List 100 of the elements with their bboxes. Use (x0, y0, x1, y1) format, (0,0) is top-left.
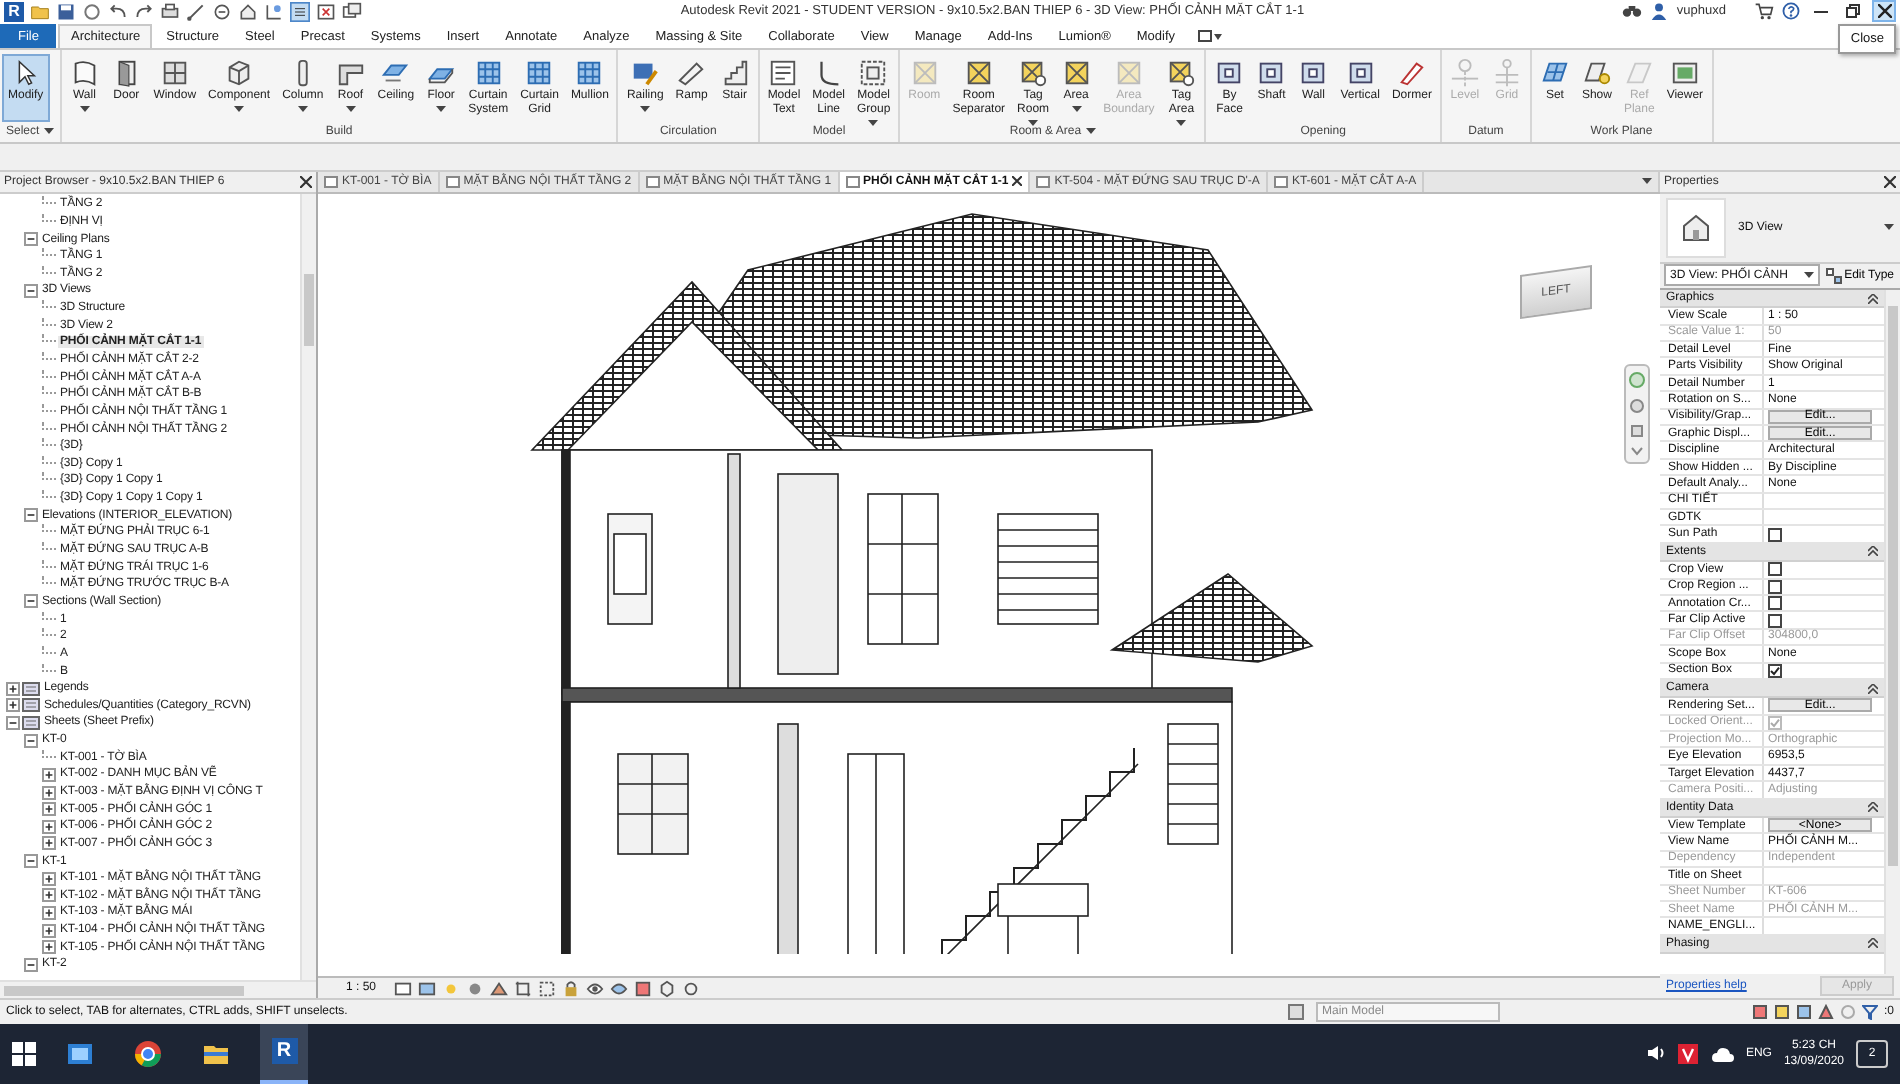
sheet-icon (324, 175, 338, 188)
scrollbar[interactable] (300, 193, 316, 981)
app-logo[interactable]: R (4, 1, 24, 22)
binoculars-icon[interactable] (1622, 2, 1643, 21)
app-icon[interactable]: R (271, 1038, 297, 1065)
checkbox[interactable] (1768, 579, 1782, 594)
expand-icon[interactable] (42, 923, 56, 938)
scrollbar[interactable] (1884, 289, 1900, 975)
folder-icon[interactable] (202, 1041, 230, 1066)
face-select-icon[interactable] (1817, 1004, 1834, 1020)
open-folder-icon[interactable] (30, 1, 50, 22)
close-icon[interactable] (1884, 175, 1896, 188)
collapse-icon[interactable] (24, 733, 38, 748)
opening-icon (1345, 57, 1376, 88)
pinned-icon[interactable] (1795, 1004, 1812, 1020)
undo-icon[interactable] (108, 1, 128, 22)
expand-icon[interactable] (42, 905, 56, 920)
temporary-hide-icon[interactable] (610, 979, 629, 998)
collapse-icon[interactable] (24, 508, 38, 523)
measure-icon[interactable] (186, 1, 206, 22)
room-icon (1113, 57, 1144, 88)
room-icon (1061, 57, 1092, 88)
expand-icon[interactable] (6, 681, 20, 696)
speaker-icon[interactable] (1645, 1044, 1666, 1063)
collapse-icon[interactable] (24, 594, 38, 609)
opening-icon (1214, 57, 1245, 88)
cube-icon (224, 57, 255, 88)
caret-icon (79, 105, 90, 114)
monitor-icon[interactable] (66, 1041, 94, 1066)
expand-icon[interactable] (42, 836, 56, 851)
print-icon[interactable] (160, 1, 180, 22)
caret-icon (1884, 223, 1894, 232)
switch-windows-icon[interactable] (342, 1, 362, 22)
collapse-icon[interactable] (6, 715, 20, 730)
section-icon[interactable] (264, 1, 284, 22)
hide-icon[interactable] (586, 979, 605, 998)
panel-toggle-icon[interactable] (1197, 29, 1222, 42)
cart-icon[interactable] (1754, 2, 1774, 21)
room-icon (909, 57, 940, 88)
thin-lines-icon[interactable] (290, 1, 310, 22)
checkbox[interactable] (1768, 527, 1782, 542)
expand-icon[interactable] (42, 888, 56, 903)
save-icon[interactable] (56, 1, 76, 22)
close-icon[interactable] (300, 175, 312, 188)
room-tag-icon (1166, 57, 1197, 88)
expand-icon[interactable] (42, 819, 56, 834)
user-icon[interactable] (1650, 2, 1669, 21)
collapse-icon[interactable] (1868, 802, 1878, 813)
detail-level-icon[interactable] (394, 979, 413, 998)
sheet-icon (845, 175, 860, 188)
ramp-icon (676, 57, 707, 88)
cloud-icon[interactable] (1709, 1045, 1734, 1062)
lock-icon[interactable] (562, 979, 581, 998)
opening-icon (1298, 57, 1329, 88)
house-3d-icon[interactable] (238, 1, 258, 22)
expand-icon[interactable] (42, 940, 56, 955)
crop-icon[interactable] (514, 979, 533, 998)
collapse-icon[interactable] (1868, 546, 1878, 557)
collapse-icon[interactable] (24, 854, 38, 869)
collapse-icon[interactable] (24, 232, 38, 246)
close-icon[interactable] (1012, 176, 1023, 187)
start-icon[interactable] (12, 1041, 36, 1066)
checkbox[interactable] (1768, 562, 1782, 577)
collapse-icon[interactable] (1868, 683, 1878, 694)
restore-button[interactable] (1840, 0, 1864, 23)
help-icon[interactable] (1782, 2, 1800, 21)
browser-icon[interactable] (134, 1039, 162, 1068)
link-icon[interactable] (1751, 1004, 1768, 1020)
close-views-icon[interactable] (316, 1, 336, 22)
worksets-icon[interactable] (1287, 1004, 1304, 1020)
checkbox[interactable] (1768, 613, 1782, 628)
checkbox[interactable] (1768, 596, 1782, 611)
viewer-icon (1669, 57, 1700, 88)
expand-icon[interactable] (42, 767, 56, 782)
filter-icon[interactable] (1861, 1004, 1878, 1020)
collapse-icon[interactable] (1868, 938, 1878, 949)
close-icon (1877, 4, 1891, 19)
expand-icon[interactable] (42, 802, 56, 817)
visual-style-icon[interactable] (418, 979, 437, 998)
crop-region-icon[interactable] (538, 979, 557, 998)
checkbox[interactable] (1768, 663, 1782, 678)
collapse-icon[interactable] (24, 283, 38, 298)
underlay-icon[interactable] (1773, 1004, 1790, 1020)
caret-icon (868, 119, 879, 128)
caret-icon (436, 105, 447, 114)
expand-icon[interactable] (6, 698, 20, 713)
expand-icon[interactable] (42, 871, 56, 886)
reveal-icon[interactable] (634, 979, 653, 998)
shadow-icon[interactable] (466, 979, 485, 998)
close-button[interactable] (1872, 0, 1896, 23)
worksharing-icon[interactable] (682, 979, 701, 998)
caret-icon (1085, 128, 1096, 135)
collapse-icon[interactable] (1868, 293, 1878, 304)
caret-icon (297, 105, 308, 114)
expand-icon[interactable] (42, 785, 56, 799)
house-icon (1680, 211, 1712, 244)
collapse-icon[interactable] (24, 957, 38, 972)
caret-icon (1071, 105, 1082, 114)
redo-icon[interactable] (134, 1, 154, 22)
scrollbar[interactable] (0, 980, 316, 999)
